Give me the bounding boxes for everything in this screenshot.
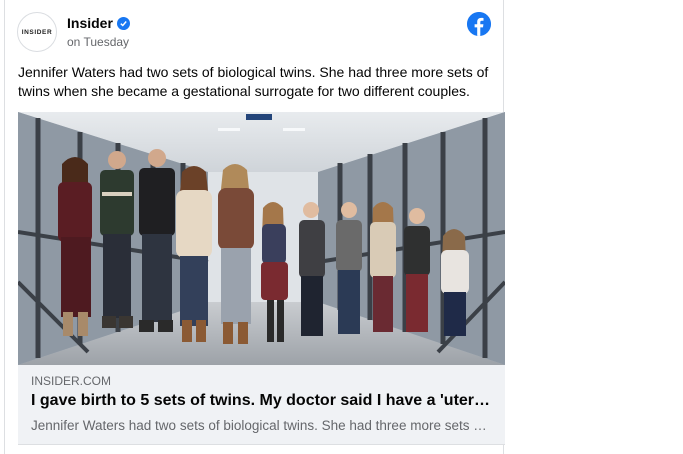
author-row: Insider <box>67 15 130 31</box>
link-domain: INSIDER.COM <box>31 374 112 388</box>
family-photo-image[interactable] <box>18 112 505 365</box>
facebook-icon[interactable] <box>467 12 491 36</box>
link-description: Jennifer Waters had two sets of biologic… <box>31 418 493 433</box>
avatar-logo-text: INSIDER <box>21 28 53 36</box>
link-headline[interactable]: I gave birth to 5 sets of twins. My doct… <box>31 392 493 410</box>
post-timestamp[interactable]: on Tuesday <box>67 35 129 49</box>
verified-badge-icon <box>116 16 130 30</box>
link-preview[interactable]: INSIDER.COM I gave birth to 5 sets of tw… <box>18 365 505 445</box>
facebook-post-card: INSIDER Insider on Tuesday Jennifer Wate… <box>4 0 505 454</box>
author-name[interactable]: Insider <box>67 15 113 31</box>
post-header: INSIDER Insider on Tuesday <box>15 12 493 52</box>
post-message: Jennifer Waters had two sets of biologic… <box>18 64 489 99</box>
page-avatar[interactable]: INSIDER <box>17 12 57 52</box>
